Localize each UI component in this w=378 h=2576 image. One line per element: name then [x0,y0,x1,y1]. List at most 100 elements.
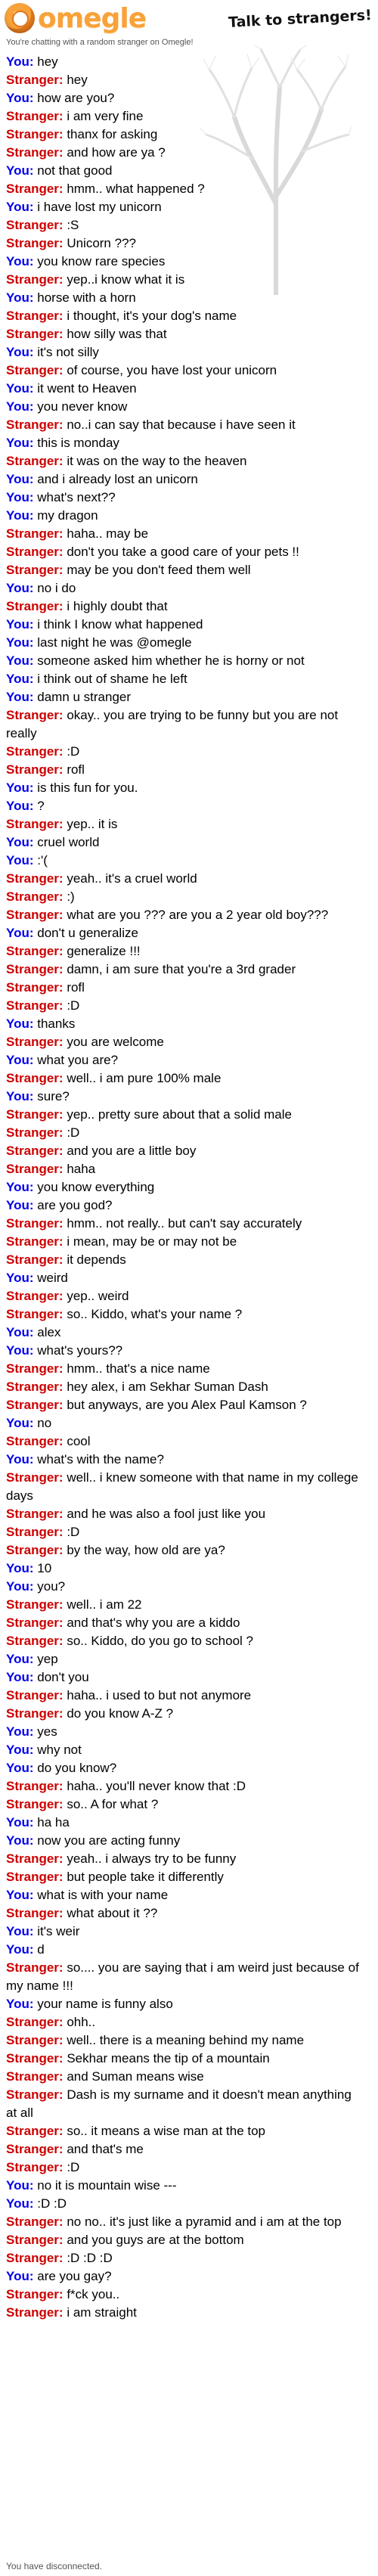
sender-label: Stranger: [6,1470,64,1485]
message-from-stranger: Stranger: ohh.. [6,2013,361,2031]
message-text: it was on the way to the heaven [67,454,247,468]
message-from-you: You: you know rare species [6,253,361,271]
message-from-stranger: Stranger: but anyways, are you Alex Paul… [6,1396,361,1414]
sender-label: You: [6,1670,34,1684]
message-from-you: You: horse with a horn [6,289,361,307]
message-text: no it is mountain wise --- [37,2178,177,2193]
message-from-stranger: Stranger: hey [6,71,361,89]
sender-label: You: [6,1416,34,1430]
sender-label: Stranger: [6,218,64,232]
message-from-stranger: Stranger: haha.. may be [6,525,361,543]
message-text: f*ck you.. [67,2287,120,2301]
message-from-stranger: Stranger: and how are ya ? [6,144,361,162]
message-from-you: You: alex [6,1324,361,1342]
message-text: yep.. weird [67,1289,129,1303]
message-text: what's with the name? [37,1452,164,1466]
sender-label: Stranger: [6,145,64,160]
sender-label: Stranger: [6,1398,64,1412]
message-from-stranger: Stranger: :D [6,1523,361,1541]
sender-label: Stranger: [6,2124,64,2138]
sender-label: You: [6,1743,34,1757]
sender-label: Stranger: [6,1125,64,1140]
message-from-stranger: Stranger: no no.. it's just like a pyram… [6,2213,361,2231]
message-text: no [37,1416,52,1430]
message-from-you: You: your name is funny also [6,1995,361,2013]
message-from-you: You: it's not silly [6,343,361,362]
message-text: d [37,1942,45,1957]
message-text: yeah.. it's a cruel world [67,871,197,886]
message-text: by the way, how old are ya? [67,1543,225,1557]
sender-label: Stranger: [6,2069,64,2084]
sender-label: Stranger: [6,73,64,87]
message-from-stranger: Stranger: how silly was that [6,325,361,343]
sender-label: Stranger: [6,363,64,377]
message-text: you know everything [37,1180,155,1194]
message-from-stranger: Stranger: you are welcome [6,1033,361,1051]
message-text: alex [37,1325,61,1339]
message-from-you: You: what's with the name? [6,1451,361,1469]
message-text: so.. it means a wise man at the top [67,2124,265,2138]
message-from-stranger: Stranger: :D [6,1124,361,1142]
omegle-logo: omegle [5,2,147,35]
message-text: haha [67,1162,96,1176]
sender-label: You: [6,381,34,396]
sender-label: You: [6,2269,34,2283]
logo-text: omegle [38,2,147,34]
sender-label: You: [6,436,34,450]
message-text: your name is funny also [37,1997,173,2011]
message-from-you: You: ? [6,797,361,815]
message-from-you: You: you never know [6,398,361,416]
message-from-you: You: do you know? [6,1759,361,1777]
message-text: what's next?? [37,490,116,504]
sender-label: Stranger: [6,545,64,559]
message-text: not that good [37,163,113,178]
sender-label: Stranger: [6,908,64,922]
sender-label: You: [6,1053,34,1067]
message-from-stranger: Stranger: i highly doubt that [6,597,361,616]
sender-label: Stranger: [6,309,64,323]
sender-label: You: [6,91,34,105]
message-text: are you gay? [37,2269,112,2283]
message-from-stranger: Stranger: generalize !!! [6,942,361,961]
message-from-stranger: Stranger: hmm.. not really.. but can't s… [6,1215,361,1233]
message-from-stranger: Stranger: well.. i am 22 [6,1596,361,1614]
sender-label: Stranger: [6,1252,64,1267]
message-text: ? [37,799,45,813]
message-from-you: You: my dragon [6,507,361,525]
sender-label: Stranger: [6,1507,64,1521]
message-from-you: You: what's yours?? [6,1342,361,1360]
message-from-you: You: it's weir [6,1923,361,1941]
sender-label: You: [6,1016,34,1031]
sender-label: You: [6,54,34,69]
message-from-you: You: thanks [6,1015,361,1033]
message-from-you: You: sure? [6,1088,361,1106]
sender-label: You: [6,672,34,686]
sender-label: You: [6,1325,34,1339]
message-from-stranger: Stranger: okay.. you are trying to be fu… [6,706,361,743]
message-from-stranger: Stranger: and that's why you are a kiddo [6,1614,361,1632]
message-from-you: You: you? [6,1578,361,1596]
message-text: and you guys are at the bottom [67,2233,244,2247]
message-text: haha.. you'll never know that :D [67,1779,246,1793]
sender-label: You: [6,835,34,849]
message-from-stranger: Stranger: yep..i know what it is [6,271,361,289]
message-from-stranger: Stranger: yeah.. it's a cruel world [6,870,361,888]
sender-label: Stranger: [6,563,64,577]
message-from-you: You: no it is mountain wise --- [6,2177,361,2195]
message-from-stranger: Stranger: but people take it differently [6,1868,361,1886]
message-text: hey [67,73,88,87]
sender-label: Stranger: [6,2214,64,2229]
message-text: thanks [37,1016,76,1031]
message-text: no no.. it's just like a pyramid and i a… [67,2214,342,2229]
message-text: yeah.. i always try to be funny [67,1851,237,1866]
message-text: i think I know what happened [37,617,203,632]
message-text: hmm.. that's a nice name [67,1361,210,1376]
message-from-you: You: yes [6,1723,361,1741]
message-from-stranger: Stranger: well.. i knew someone with tha… [6,1469,361,1505]
sender-label: You: [6,290,34,305]
sender-label: Stranger: [6,1144,64,1158]
message-from-you: You: :D :D [6,2195,361,2213]
message-from-stranger: Stranger: don't you take a good care of … [6,543,361,561]
message-from-you: You: are you god? [6,1196,361,1215]
sender-label: Stranger: [6,1071,64,1085]
